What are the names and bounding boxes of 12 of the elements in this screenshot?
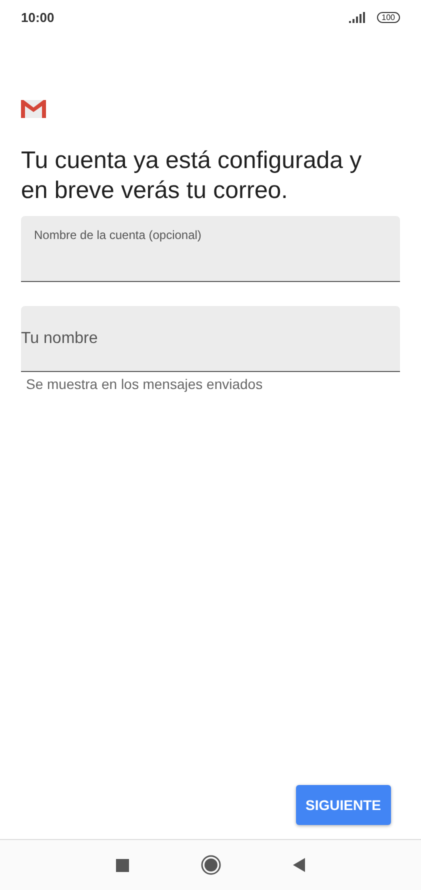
recents-icon[interactable]: [116, 858, 129, 872]
next-button[interactable]: SIGUIENTE: [296, 785, 391, 825]
clock: 10:00: [21, 10, 54, 25]
home-icon[interactable]: [201, 855, 221, 875]
back-icon[interactable]: [293, 858, 305, 872]
name-field[interactable]: Tu nombre: [21, 306, 400, 372]
signal-icon: [348, 12, 365, 23]
helper-text: Se muestra en los mensajes enviados: [26, 376, 264, 392]
heading: Tu cuenta ya está configurada y en breve verás tu correo.: [21, 146, 363, 206]
account-name-field[interactable]: Nombre de la cuenta (opcional): [21, 216, 400, 282]
mail-logo-icon: [21, 100, 46, 118]
battery-indicator: 100: [376, 12, 400, 23]
